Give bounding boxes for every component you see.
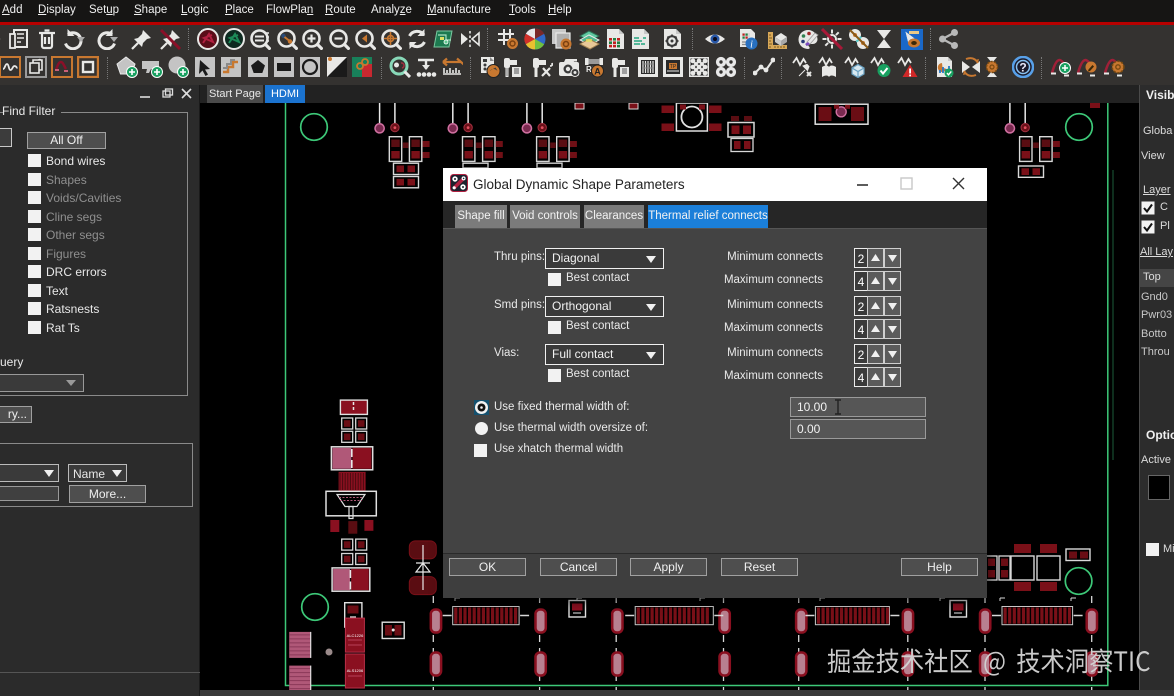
svg-text:TP: TP — [670, 64, 677, 70]
svg-text:i: i — [750, 40, 753, 51]
svg-text:?: ? — [1019, 61, 1026, 75]
svg-text:A: A — [594, 67, 601, 77]
svg-text:ALS1206: ALS1206 — [347, 668, 364, 673]
svg-text:ALC1226: ALC1226 — [347, 633, 364, 638]
